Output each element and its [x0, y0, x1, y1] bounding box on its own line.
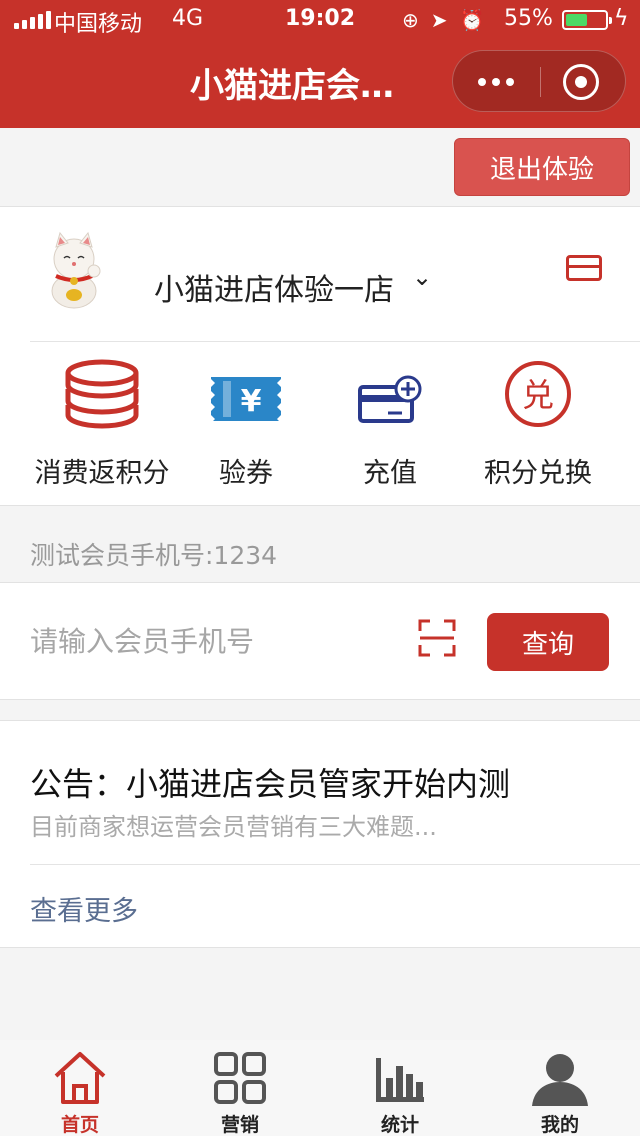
tab-bar: 首页 营销 统计 我的 [0, 1040, 640, 1136]
tab-home[interactable]: 首页 [0, 1040, 160, 1136]
status-bar: 中国移动 4G 19:02 ⊕ ➤ ⏰ 55% ϟ [0, 0, 640, 40]
divider [30, 341, 640, 342]
mini-program-capsule [452, 50, 626, 112]
query-button[interactable]: 查询 [487, 613, 609, 671]
status-icons: ⊕ ➤ ⏰ [402, 8, 484, 32]
member-search-section: 查询 [0, 582, 640, 700]
announcement-card: 公告：小猫进店会员管家开始内测 目前商家想运营会员营销有三大难题... 查看更多 [0, 720, 640, 948]
chevron-down-icon[interactable]: ⌄ [412, 263, 432, 291]
battery-icon [562, 10, 612, 30]
bar-chart-icon [372, 1048, 428, 1108]
dot-icon [478, 78, 486, 86]
yen-ticket-icon: ¥ [209, 373, 283, 429]
action-label: 验券 [219, 458, 273, 489]
test-member-info: 测试会员手机号:1234 [30, 541, 278, 570]
rotation-lock-icon: ⊕ [402, 8, 419, 32]
alarm-icon: ⏰ [459, 8, 485, 32]
action-verify-coupon[interactable]: ¥ 验券 [166, 355, 326, 495]
exit-trial-button[interactable]: 退出体验 [454, 138, 630, 196]
tab-statistics[interactable]: 统计 [320, 1040, 480, 1136]
dot-icon [492, 78, 500, 86]
location-icon: ➤ [430, 8, 448, 32]
dot-icon [506, 78, 514, 86]
page-title: 小猫进店会… [190, 66, 394, 106]
close-mini-program-button[interactable] [563, 64, 599, 100]
action-label: 充值 [363, 458, 417, 489]
divider [30, 864, 640, 865]
member-phone-input[interactable] [30, 613, 390, 669]
tab-label: 统计 [380, 1114, 419, 1136]
card-add-icon [358, 375, 422, 429]
announcement-summary: 目前商家想运营会员营销有三大难题... [30, 813, 437, 841]
action-consume-points[interactable]: 消费返积分 [22, 355, 182, 495]
exchange-icon: 兑 [503, 359, 573, 433]
svg-text:¥: ¥ [241, 384, 262, 419]
top-bar: 中国移动 4G 19:02 ⊕ ➤ ⏰ 55% ϟ 小猫进店会… [0, 0, 640, 128]
store-card: 小猫进店体验一店 ⌄ 消费返积分 ¥ 验券 充值 兑 积分兑换 [0, 206, 640, 506]
more-menu-button[interactable] [453, 51, 539, 113]
charging-icon: ϟ [614, 6, 629, 31]
battery-fill [566, 14, 587, 26]
person-icon [530, 1048, 590, 1112]
tab-mine[interactable]: 我的 [480, 1040, 640, 1136]
tab-label: 我的 [540, 1114, 579, 1136]
grid-icon [212, 1048, 268, 1108]
member-card-icon[interactable] [566, 255, 602, 281]
coins-stack-icon [64, 359, 140, 433]
view-more-link[interactable]: 查看更多 [30, 889, 138, 928]
svg-text:兑: 兑 [522, 376, 554, 414]
action-points-exchange[interactable]: 兑 积分兑换 [458, 355, 618, 495]
announcement-title[interactable]: 公告：小猫进店会员管家开始内测 [30, 759, 510, 805]
tab-marketing[interactable]: 营销 [160, 1040, 320, 1136]
action-recharge[interactable]: 充值 [310, 355, 470, 495]
home-icon [51, 1048, 109, 1112]
lucky-cat-avatar [44, 231, 104, 309]
scan-icon[interactable] [418, 619, 456, 657]
tab-label: 营销 [220, 1114, 259, 1136]
action-label: 积分兑换 [484, 458, 592, 489]
tab-label: 首页 [60, 1114, 99, 1136]
action-label: 消费返积分 [34, 458, 170, 489]
battery-percent: 55% [504, 6, 553, 31]
store-name[interactable]: 小猫进店体验一店 [154, 265, 394, 309]
